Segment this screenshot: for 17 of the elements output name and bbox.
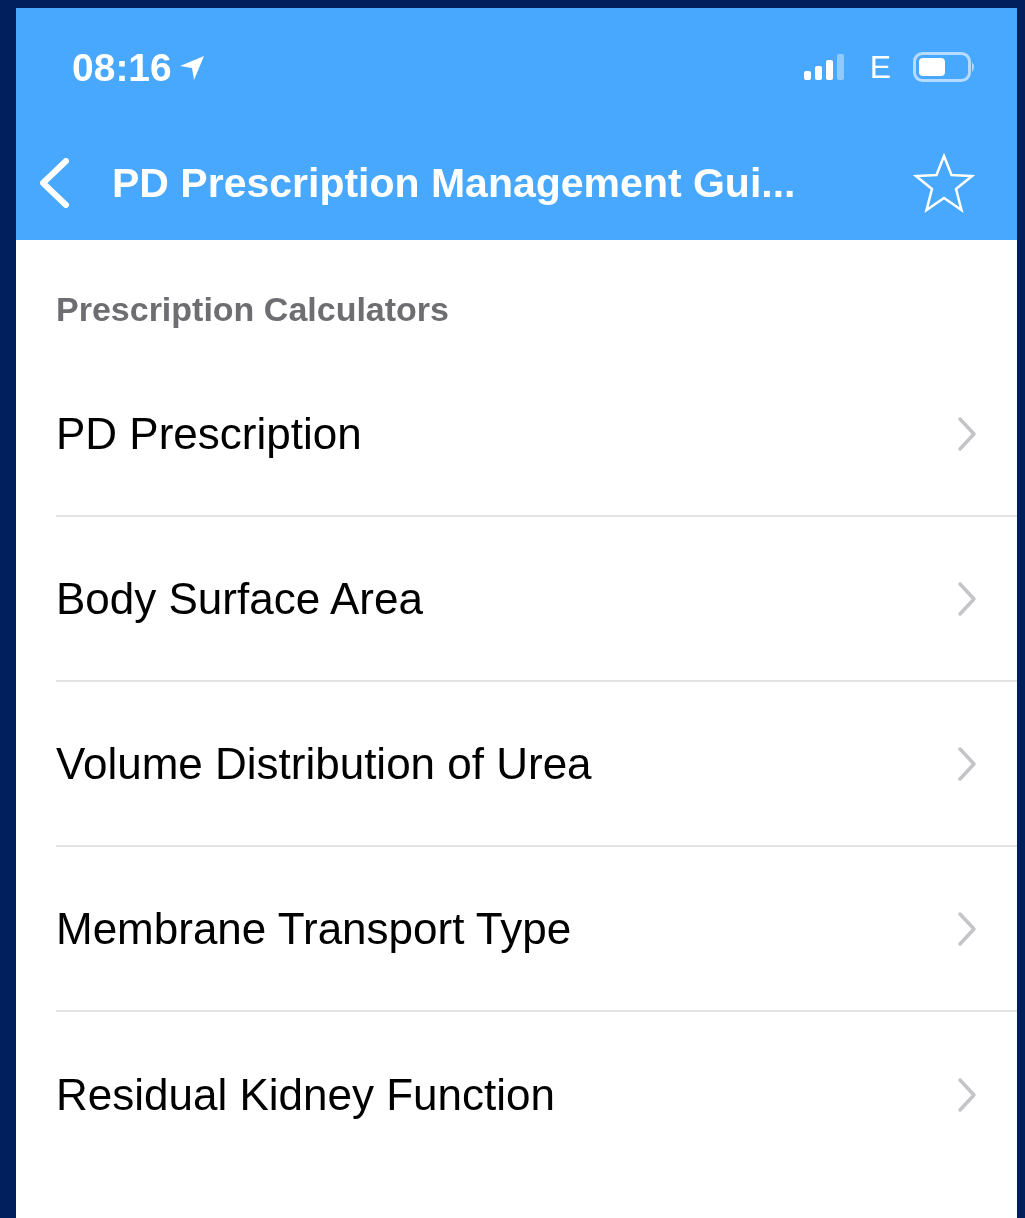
network-type: E bbox=[869, 48, 891, 86]
chevron-icon bbox=[957, 1076, 977, 1113]
back-icon[interactable] bbox=[38, 158, 70, 208]
section-header: Prescription Calculators bbox=[55, 289, 450, 330]
chevron-icon bbox=[957, 580, 977, 617]
list-item[interactable]: PD Prescription bbox=[56, 352, 1017, 517]
list-item[interactable]: Volume Distribution of Urea bbox=[56, 682, 1017, 847]
status-time: 08:16 bbox=[72, 46, 172, 90]
chevron-icon bbox=[957, 415, 977, 452]
list-item[interactable]: Body Surface Area bbox=[56, 517, 1017, 682]
list-item[interactable]: Residual Kidney Function bbox=[56, 1012, 1017, 1177]
list-item[interactable]: Membrane Transport Type bbox=[56, 847, 1017, 1012]
chevron-icon bbox=[957, 910, 977, 947]
star-icon[interactable] bbox=[913, 153, 975, 213]
battery-icon bbox=[913, 52, 977, 82]
nav-title: PD Prescription Management Gui... bbox=[112, 159, 797, 207]
chevron-icon bbox=[957, 745, 977, 782]
